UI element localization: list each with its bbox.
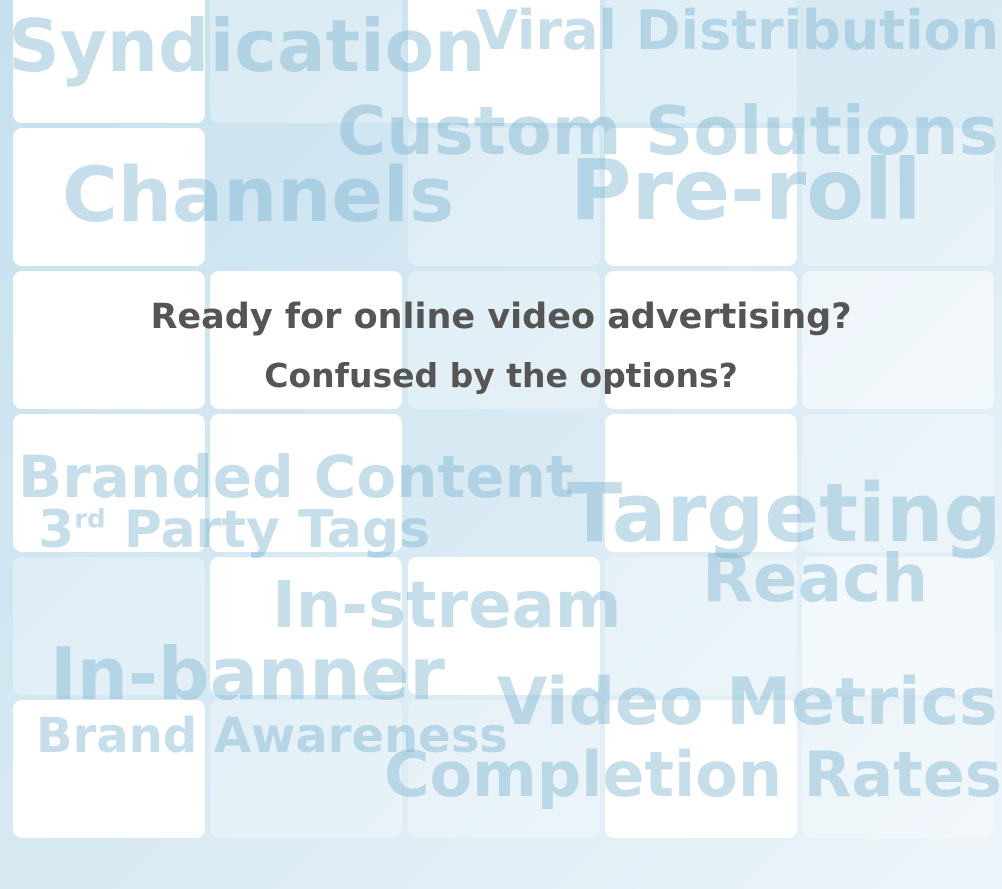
word-pre-roll: Pre-roll (570, 141, 922, 239)
word-branded-content: Branded Content (18, 443, 574, 511)
word-third-party-tags: 3rd Party Tags (38, 504, 430, 556)
word-completion-rates: Completion Rates (384, 738, 1002, 811)
headline-line-2: Confused by the options? (264, 356, 738, 395)
word-syndication: Syndication (8, 4, 486, 88)
word-reach: Reach (702, 540, 929, 617)
word-viral-distribution: Viral Distribution (476, 0, 1000, 62)
headline-line-1: Ready for online video advertising? (150, 297, 852, 337)
word-third-party-tags-suffix: rd (74, 504, 106, 535)
word-third-party-tags-rest: Party Tags (105, 500, 431, 560)
word-in-banner: In-banner (50, 632, 445, 716)
word-in-stream: In-stream (272, 569, 622, 643)
word-channels: Channels (62, 150, 455, 239)
banner: Syndication Viral Distribution Custom So… (0, 0, 1002, 889)
word-third-party-tags-number: 3 (38, 500, 75, 560)
word-video-metrics: Video Metrics (497, 665, 998, 740)
